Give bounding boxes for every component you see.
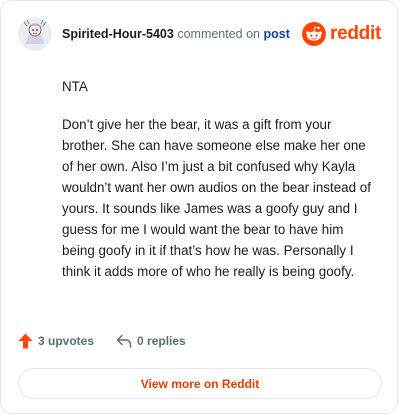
action-text: commented on (177, 27, 261, 41)
comment-header: Spirited-Hour-5403 commented on post red… (18, 17, 381, 51)
comment-paragraph: Don’t give her the bear, it was a gift f… (62, 117, 371, 279)
reddit-snoo-icon (302, 22, 327, 46)
upvote-stat[interactable]: 3 upvotes (18, 333, 94, 349)
view-more-button[interactable]: View more on Reddit (18, 368, 382, 399)
comment-body: NTA Don’t give her the bear, it was a gi… (62, 76, 374, 299)
username-link[interactable]: Spirited-Hour-5403 (62, 27, 174, 41)
reply-arrow-icon (116, 334, 132, 348)
replies-stat[interactable]: 0 replies (116, 334, 186, 348)
comment-paragraph: NTA (62, 79, 88, 94)
upvote-arrow-icon (18, 333, 33, 349)
embedded-comment-card: Spirited-Hour-5403 commented on post red… (0, 0, 398, 414)
reddit-wordmark: reddit (330, 23, 381, 44)
user-avatar[interactable] (18, 17, 52, 51)
avatar-icon (18, 17, 52, 51)
replies-count: 0 replies (137, 334, 186, 348)
upvote-count: 3 upvotes (38, 334, 95, 348)
reddit-logo[interactable]: reddit (302, 22, 381, 46)
byline: Spirited-Hour-5403 commented on post (62, 27, 290, 41)
post-link[interactable]: post (264, 27, 290, 41)
comment-footer: 3 upvotes 0 replies (18, 333, 186, 349)
